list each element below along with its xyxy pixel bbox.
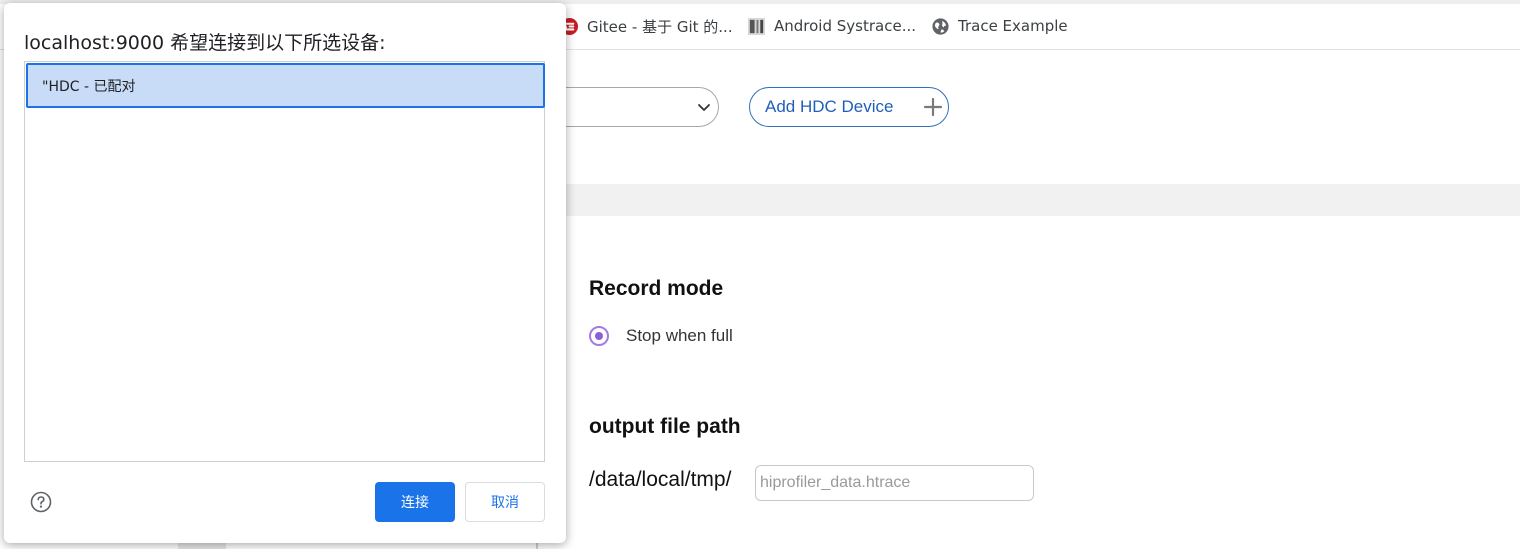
bookmark-gitee[interactable]: Gitee - 基于 Git 的... xyxy=(560,16,733,36)
bookmark-android-systrace[interactable]: Android Systrace... xyxy=(747,16,916,36)
cancel-button[interactable]: 取消 xyxy=(465,482,545,522)
background-fragment xyxy=(178,543,226,549)
help-icon[interactable] xyxy=(30,491,52,513)
dialog-title: localhost:9000 希望连接到以下所选设备: xyxy=(24,32,386,54)
chevron-down-icon xyxy=(698,104,710,111)
section-divider xyxy=(540,184,1520,216)
output-file-name-input[interactable] xyxy=(755,465,1034,501)
background-fragment xyxy=(536,543,538,549)
radio-selected-icon[interactable] xyxy=(589,326,609,346)
bookmark-label: Android Systrace... xyxy=(774,17,916,35)
device-list[interactable]: "HDC - 已配对 xyxy=(24,61,545,462)
record-mode-option[interactable]: Stop when full xyxy=(589,325,733,347)
plus-icon xyxy=(923,97,943,117)
output-file-path-title: output file path xyxy=(589,415,741,438)
output-path-prefix: /data/local/tmp/ xyxy=(589,468,732,491)
add-hdc-device-button[interactable]: Add HDC Device xyxy=(749,87,949,127)
bookmark-trace-example[interactable]: Trace Example xyxy=(931,16,1068,36)
record-mode-title: Record mode xyxy=(589,277,724,300)
add-hdc-device-label: Add HDC Device xyxy=(765,97,894,116)
connect-button[interactable]: 连接 xyxy=(375,482,455,522)
record-mode-option-label: Stop when full xyxy=(626,326,733,345)
bookmark-label: Gitee - 基于 Git 的... xyxy=(587,17,733,36)
bookmark-label: Trace Example xyxy=(958,17,1068,35)
systrace-thumbnail-icon xyxy=(747,17,766,35)
device-list-item-selected[interactable]: "HDC - 已配对 xyxy=(26,63,545,108)
globe-icon xyxy=(932,17,949,35)
device-select[interactable] xyxy=(540,87,719,127)
device-chooser-dialog: localhost:9000 希望连接到以下所选设备: "HDC - 已配对 连… xyxy=(4,3,566,543)
